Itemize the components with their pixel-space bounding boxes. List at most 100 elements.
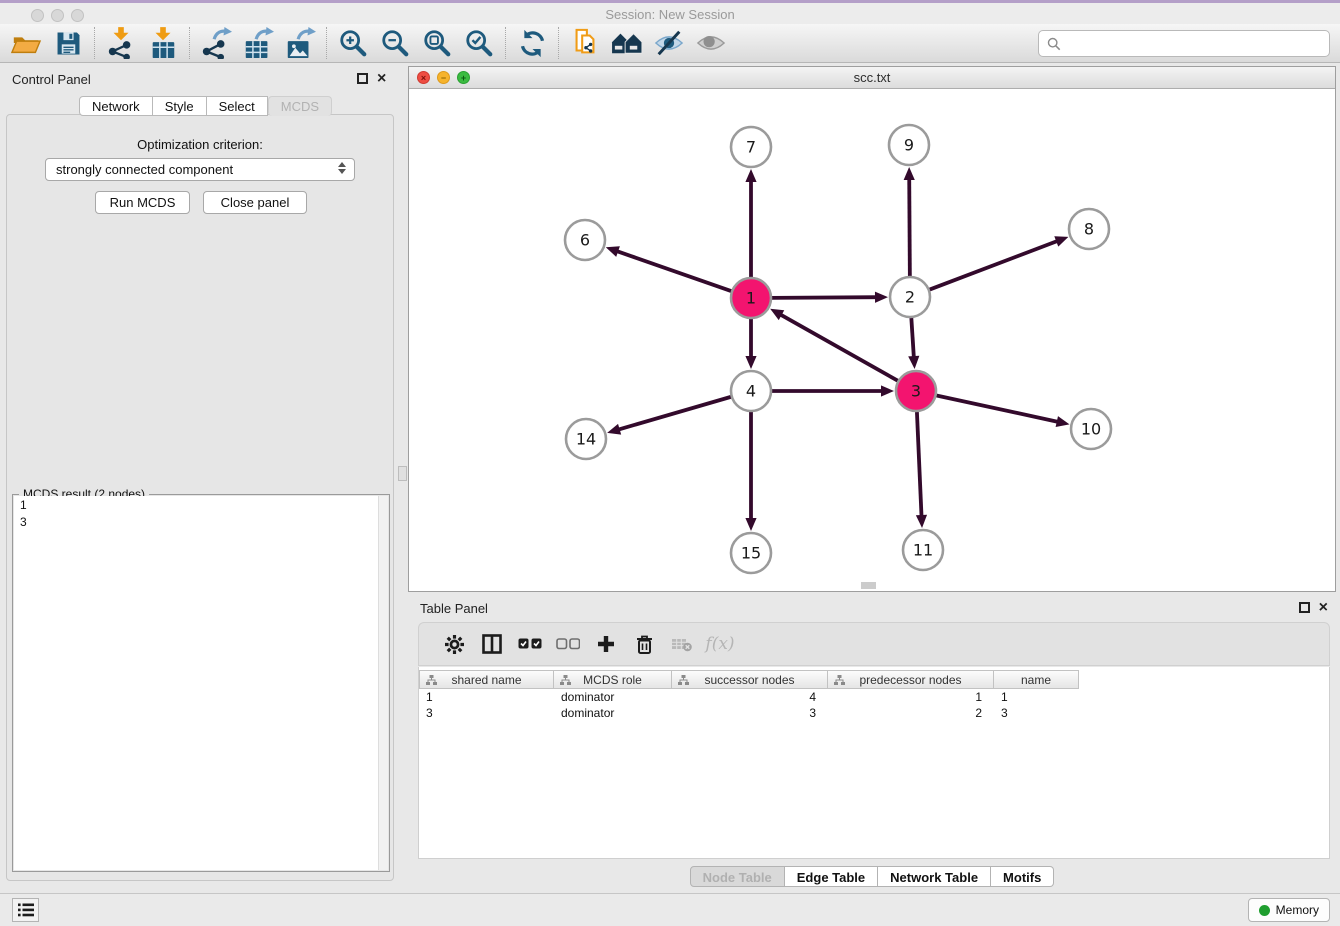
graph-node-label: 2: [905, 288, 915, 307]
graph-node-label: 7: [746, 138, 756, 157]
panel-resize-handle[interactable]: [398, 466, 407, 481]
export-image-button[interactable]: [282, 27, 318, 59]
hide-selected-button[interactable]: [651, 27, 687, 59]
import-network-button[interactable]: [103, 27, 139, 59]
cell-successor-nodes: 4: [672, 689, 828, 705]
graph-edge-1-2[interactable]: [772, 297, 878, 298]
table-row[interactable]: 1dominator411: [419, 689, 1329, 705]
export-image-icon: [284, 27, 316, 59]
column-header-mcds-role[interactable]: MCDS role: [554, 670, 672, 689]
dropdown-stepper-icon: [338, 162, 346, 174]
refresh-button[interactable]: [514, 27, 550, 59]
graph-edge-2-3[interactable]: [911, 318, 914, 359]
memory-button[interactable]: Memory: [1248, 898, 1330, 922]
tab-style[interactable]: Style: [153, 96, 207, 116]
hierarchy-icon: [678, 675, 689, 686]
tab-network-table[interactable]: Network Table: [878, 866, 991, 887]
delete-column-button[interactable]: [625, 629, 663, 659]
table-row[interactable]: 3dominator323: [419, 705, 1329, 721]
graph-edge-1-6[interactable]: [615, 251, 731, 292]
search-input[interactable]: [1067, 36, 1321, 51]
result-scrollbar[interactable]: [378, 496, 388, 870]
graph-edge-arrowhead: [607, 424, 621, 435]
graph-edge-arrowhead: [875, 292, 888, 303]
graph-node-label: 4: [746, 382, 756, 401]
tab-select[interactable]: Select: [207, 96, 268, 116]
tab-edge-table[interactable]: Edge Table: [785, 866, 878, 887]
window-title: Session: New Session: [0, 7, 1340, 22]
column-header-label: predecessor nodes: [859, 673, 961, 687]
copy-document-button[interactable]: [567, 27, 603, 59]
control-panel-close-icon[interactable]: ×: [377, 73, 386, 84]
network-canvas[interactable]: 1234678910111415: [409, 89, 1335, 591]
tab-mcds[interactable]: MCDS: [268, 96, 332, 116]
table-panel-float-icon[interactable]: [1299, 602, 1310, 613]
mcds-result-list[interactable]: 13: [14, 496, 388, 870]
graph-node-label: 14: [576, 430, 596, 449]
graph-edge-arrowhead: [745, 356, 756, 369]
graph-edge-3-1[interactable]: [779, 314, 898, 381]
table-rows: 1dominator4113dominator323: [419, 689, 1329, 721]
select-all-button[interactable]: [511, 629, 549, 659]
close-panel-button[interactable]: Close panel: [203, 191, 307, 214]
graph-edge-2-9[interactable]: [909, 177, 910, 276]
canvas-resize-handle[interactable]: [861, 582, 876, 589]
first-neighbors-button[interactable]: [609, 27, 645, 59]
zoom-out-button[interactable]: [377, 27, 413, 59]
column-header-successor-nodes[interactable]: successor nodes: [672, 670, 828, 689]
criterion-dropdown[interactable]: strongly connected component: [45, 158, 355, 181]
graph-edge-arrowhead: [904, 167, 915, 180]
graph-edge-3-11[interactable]: [917, 412, 922, 518]
tab-node-table[interactable]: Node Table: [690, 866, 785, 887]
toolbar-separator: [505, 27, 506, 59]
zoom-in-button[interactable]: [335, 27, 371, 59]
table-panel-title: Table Panel: [420, 601, 488, 616]
graph-edge-2-8[interactable]: [930, 240, 1059, 289]
mcds-result-line: 1: [14, 496, 388, 513]
zoom-selected-button[interactable]: [461, 27, 497, 59]
graph-node-label: 6: [580, 231, 590, 250]
control-panel-float-icon[interactable]: [357, 73, 368, 84]
network-view-window: × − + scc.txt 1234678910111415: [408, 66, 1336, 592]
export-table-button[interactable]: [240, 27, 276, 59]
graph-edge-3-10[interactable]: [937, 395, 1060, 422]
graph-edge-arrowhead: [916, 515, 927, 528]
column-header-shared-name[interactable]: shared name: [419, 670, 554, 689]
search-box[interactable]: [1038, 30, 1330, 57]
toolbar-separator: [558, 27, 559, 59]
import-table-button[interactable]: [145, 27, 181, 59]
deselect-all-button[interactable]: [549, 629, 587, 659]
table-panel-close-icon[interactable]: ×: [1319, 602, 1328, 613]
deselect-all-icon: [556, 638, 580, 650]
graph-edge-arrowhead: [745, 518, 756, 531]
tab-network[interactable]: Network: [79, 96, 153, 116]
list-icon: [18, 903, 34, 917]
eye-icon: [695, 28, 727, 58]
toolbar-separator: [326, 27, 327, 59]
show-all-button[interactable]: [693, 27, 729, 59]
export-network-button[interactable]: [198, 27, 234, 59]
graph-node-label: 11: [913, 541, 933, 560]
hierarchy-icon: [834, 675, 845, 686]
graph-node-label: 8: [1084, 220, 1094, 239]
graph-edge-4-14[interactable]: [617, 397, 731, 430]
column-header-label: shared name: [451, 673, 521, 687]
cell-predecessor-nodes: 1: [828, 689, 994, 705]
network-window-titlebar[interactable]: × − + scc.txt: [409, 67, 1335, 89]
table-toolbar: f(x): [418, 622, 1330, 666]
task-history-button[interactable]: [12, 898, 39, 922]
run-mcds-button[interactable]: Run MCDS: [95, 191, 190, 214]
table-settings-button[interactable]: [435, 629, 473, 659]
fx-icon: f(x): [705, 634, 734, 654]
plus-icon: [597, 635, 615, 653]
graph-edge-arrowhead: [908, 356, 919, 369]
tab-motifs[interactable]: Motifs: [991, 866, 1054, 887]
zoom-fit-button[interactable]: [419, 27, 455, 59]
column-header-predecessor-nodes[interactable]: predecessor nodes: [828, 670, 994, 689]
eye-slash-icon: [653, 28, 685, 58]
add-column-button[interactable]: [587, 629, 625, 659]
save-session-button[interactable]: [50, 27, 86, 59]
show-columns-button[interactable]: [473, 629, 511, 659]
open-file-button[interactable]: [8, 27, 44, 59]
column-header-name[interactable]: name: [994, 670, 1079, 689]
